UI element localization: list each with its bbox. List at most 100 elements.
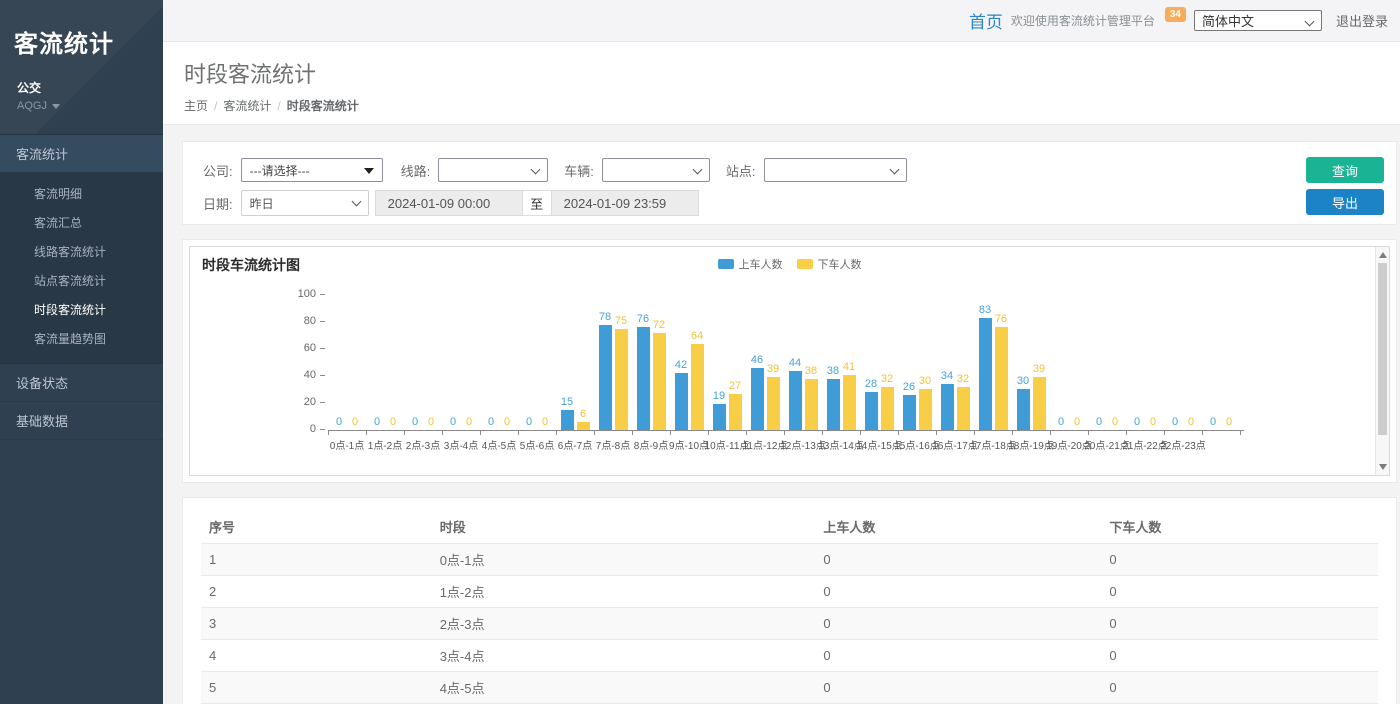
date-start-input[interactable]: 2024-01-09 00:00 bbox=[375, 190, 523, 216]
date-to-label: 至 bbox=[523, 190, 551, 216]
bar-group: 2630 bbox=[898, 295, 936, 430]
chevron-down-icon bbox=[1305, 17, 1315, 27]
x-axis-category-label: 2点-3点 bbox=[404, 437, 442, 452]
y-axis-tick-label: 40 bbox=[282, 370, 316, 381]
breadcrumb-home[interactable]: 主页 bbox=[184, 99, 208, 113]
table-row: 54点-5点00 bbox=[201, 672, 1378, 704]
bar bbox=[919, 389, 932, 430]
sidebar-subitem[interactable]: 时段客流统计 bbox=[0, 295, 163, 324]
bar-value-label: 0 bbox=[1210, 417, 1216, 428]
main-area: 首页 欢迎使用客流统计管理平台 34 简体中文 退出登录 时段客流统计 主页/客… bbox=[163, 0, 1400, 704]
scroll-up-icon[interactable] bbox=[1379, 252, 1387, 258]
chart-panel: 时段车流统计图 上车人数下车人数 00000000000015678757672… bbox=[182, 239, 1397, 483]
bar bbox=[865, 392, 878, 430]
company-select[interactable]: ---请选择--- bbox=[241, 158, 383, 182]
x-axis-category-label: 22点-23点 bbox=[1164, 437, 1202, 452]
bar bbox=[995, 327, 1008, 430]
x-axis-category-label: 17点-18点 bbox=[974, 437, 1012, 452]
table-cell: 0 bbox=[815, 608, 1101, 640]
date-end-input[interactable]: 2024-01-09 23:59 bbox=[551, 190, 699, 216]
bar bbox=[561, 410, 574, 430]
sidebar-item-device-status[interactable]: 设备状态 bbox=[0, 364, 163, 402]
chart-vertical-scrollbar[interactable] bbox=[1375, 247, 1389, 475]
table-cell: 0 bbox=[815, 672, 1101, 704]
bar bbox=[957, 387, 970, 430]
scroll-down-icon[interactable] bbox=[1379, 464, 1387, 470]
sidebar-item-base-data[interactable]: 基础数据 bbox=[0, 402, 163, 440]
legend-item[interactable]: 下车人数 bbox=[797, 256, 862, 272]
legend-item[interactable]: 上车人数 bbox=[718, 256, 783, 272]
bar-group: 00 bbox=[366, 295, 404, 430]
chart-scroll-box: 时段车流统计图 上车人数下车人数 00000000000015678757672… bbox=[189, 246, 1390, 476]
chevron-down-icon bbox=[52, 104, 60, 109]
bar-value-label: 46 bbox=[751, 355, 763, 366]
bar-value-label: 44 bbox=[789, 358, 801, 369]
bar-value-label: 0 bbox=[542, 417, 548, 428]
bar-group: 00 bbox=[442, 295, 480, 430]
language-select[interactable]: 简体中文 bbox=[1194, 10, 1322, 31]
bar-value-label: 64 bbox=[691, 331, 703, 342]
bar-value-label: 0 bbox=[1188, 417, 1194, 428]
bar bbox=[903, 395, 916, 430]
station-label: 站点: bbox=[726, 161, 756, 180]
logout-link[interactable]: 退出登录 bbox=[1336, 11, 1388, 30]
search-button[interactable]: 查询 bbox=[1306, 157, 1384, 183]
vehicle-label: 车辆: bbox=[564, 161, 594, 180]
date-preset-select[interactable]: 昨日 bbox=[241, 190, 369, 216]
bar-group: 4438 bbox=[784, 295, 822, 430]
sidebar-subitem[interactable]: 站点客流统计 bbox=[0, 266, 163, 295]
bar-value-label: 0 bbox=[1226, 417, 1232, 428]
sidebar-item-passenger-stats[interactable]: 客流统计 bbox=[0, 134, 163, 173]
bar-value-label: 0 bbox=[1058, 417, 1064, 428]
x-axis-category-label: 5点-6点 bbox=[518, 437, 556, 452]
x-axis-category-label: 3点-4点 bbox=[442, 437, 480, 452]
y-axis-tick-label: 0 bbox=[282, 424, 316, 435]
bar-group: 7875 bbox=[594, 295, 632, 430]
bar-value-label: 0 bbox=[504, 417, 510, 428]
table-header-row: 序号 时段 上车人数 下车人数 bbox=[201, 510, 1378, 544]
bar bbox=[767, 377, 780, 430]
table-cell: 1 bbox=[201, 544, 432, 576]
breadcrumb-passenger-stats[interactable]: 客流统计 bbox=[223, 99, 271, 113]
table-cell: 0 bbox=[1101, 640, 1378, 672]
bar-value-label: 0 bbox=[428, 417, 434, 428]
home-link[interactable]: 首页 bbox=[969, 8, 1003, 33]
bar-value-label: 39 bbox=[1033, 364, 1045, 375]
x-axis-category-label: 13点-14点 bbox=[822, 437, 860, 452]
bar-group: 00 bbox=[1088, 295, 1126, 430]
user-menu[interactable]: AQGJ bbox=[0, 96, 163, 112]
notification-badge[interactable]: 34 bbox=[1165, 7, 1186, 22]
table-cell: 4点-5点 bbox=[432, 672, 816, 704]
table-row: 32点-3点00 bbox=[201, 608, 1378, 640]
page-heading: 时段客流统计 主页/客流统计/时段客流统计 bbox=[163, 42, 1400, 125]
sidebar-subitem[interactable]: 客流汇总 bbox=[0, 208, 163, 237]
table-cell: 1点-2点 bbox=[432, 576, 816, 608]
bar bbox=[691, 344, 704, 430]
scrollbar-thumb[interactable] bbox=[1378, 263, 1387, 435]
bar-value-label: 0 bbox=[412, 417, 418, 428]
bar bbox=[941, 384, 954, 430]
sidebar-subitem[interactable]: 客流量趋势图 bbox=[0, 324, 163, 353]
bar-group: 1927 bbox=[708, 295, 746, 430]
x-axis-category-label: 6点-7点 bbox=[556, 437, 594, 452]
sidebar-subitem[interactable]: 客流明细 bbox=[0, 179, 163, 208]
table-row: 21点-2点00 bbox=[201, 576, 1378, 608]
sidebar-subitem[interactable]: 线路客流统计 bbox=[0, 237, 163, 266]
vehicle-select[interactable] bbox=[602, 158, 710, 182]
bar-value-label: 6 bbox=[580, 409, 586, 420]
table-row: 10点-1点00 bbox=[201, 544, 1378, 576]
line-label: 线路: bbox=[401, 161, 431, 180]
station-select[interactable] bbox=[764, 158, 907, 182]
table-cell: 4 bbox=[201, 640, 432, 672]
y-axis-tick-label: 80 bbox=[282, 316, 316, 327]
table-cell: 0 bbox=[1101, 672, 1378, 704]
bar-value-label: 0 bbox=[1074, 417, 1080, 428]
export-button[interactable]: 导出 bbox=[1306, 189, 1384, 215]
bar-group: 00 bbox=[480, 295, 518, 430]
bar-value-label: 78 bbox=[599, 312, 611, 323]
line-select[interactable] bbox=[438, 158, 548, 182]
y-axis-tick-label: 60 bbox=[282, 343, 316, 354]
bar-group: 4264 bbox=[670, 295, 708, 430]
bar-group: 2832 bbox=[860, 295, 898, 430]
table-cell: 5 bbox=[201, 672, 432, 704]
